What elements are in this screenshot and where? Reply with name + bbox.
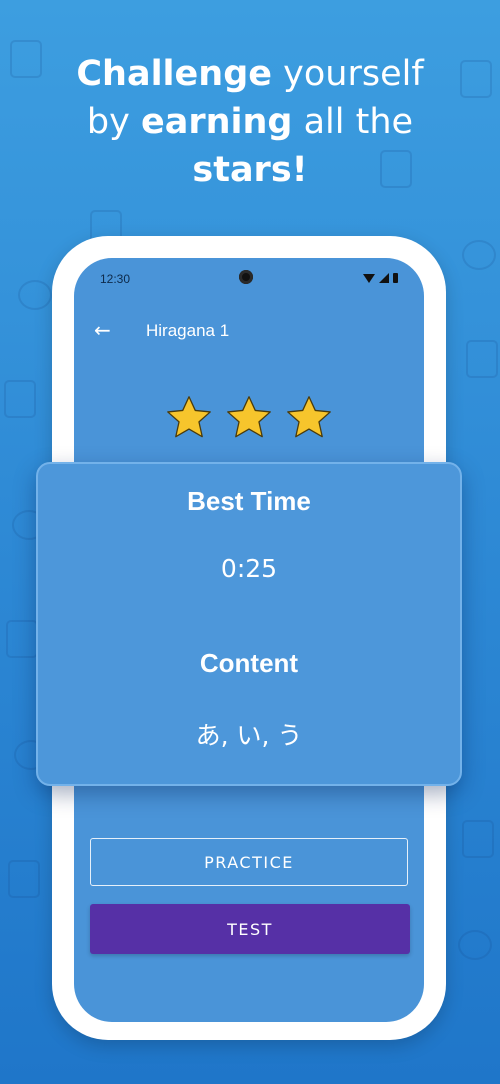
back-arrow-icon[interactable]: ← [94,318,111,342]
status-bar: 12:30 [74,270,424,290]
star-rating [74,392,424,444]
promo-headline: Challenge yourself by earning all the st… [0,50,500,194]
promo-line-2-bold: earning [140,102,293,142]
doodle-icon [462,240,496,270]
app-title: Hiragana 1 [146,321,230,340]
doodle-icon [466,340,498,378]
test-button[interactable]: TEST [90,904,410,954]
battery-icon [393,273,398,283]
content-value: あ, い, う [195,721,303,750]
promo-line-2-light-b: all the [292,102,414,142]
status-icons [363,273,398,283]
promo-line-2-light-a: by [86,102,141,142]
star-icon [287,396,331,438]
promo-line-1-light: yourself [272,54,424,94]
stats-card: Best Time 0:25 Content あ, い, う [36,462,462,786]
status-time: 12:30 [100,272,131,286]
promo-line-1: Challenge yourself [0,50,500,98]
doodle-icon [4,380,36,418]
best-time-label: Best Time [187,486,311,516]
promo-line-3-bold: stars! [192,150,308,190]
doodle-icon [8,860,40,898]
content-label: Content [199,648,299,678]
star-icon [227,396,271,438]
wifi-icon [363,273,375,283]
camera-icon [239,270,253,284]
promo-line-3: stars! [0,146,500,194]
doodle-icon [462,820,494,858]
best-time-value: 0:25 [220,554,278,583]
promo-line-1-bold: Challenge [76,54,273,94]
doodle-icon [6,620,38,658]
signal-icon [379,273,389,283]
doodle-icon [458,930,492,960]
practice-button[interactable]: PRACTICE [90,838,408,886]
app-bar: ← Hiragana 1 [74,314,424,354]
star-icon [167,396,211,438]
doodle-icon [18,280,52,310]
promo-line-2: by earning all the [0,98,500,146]
